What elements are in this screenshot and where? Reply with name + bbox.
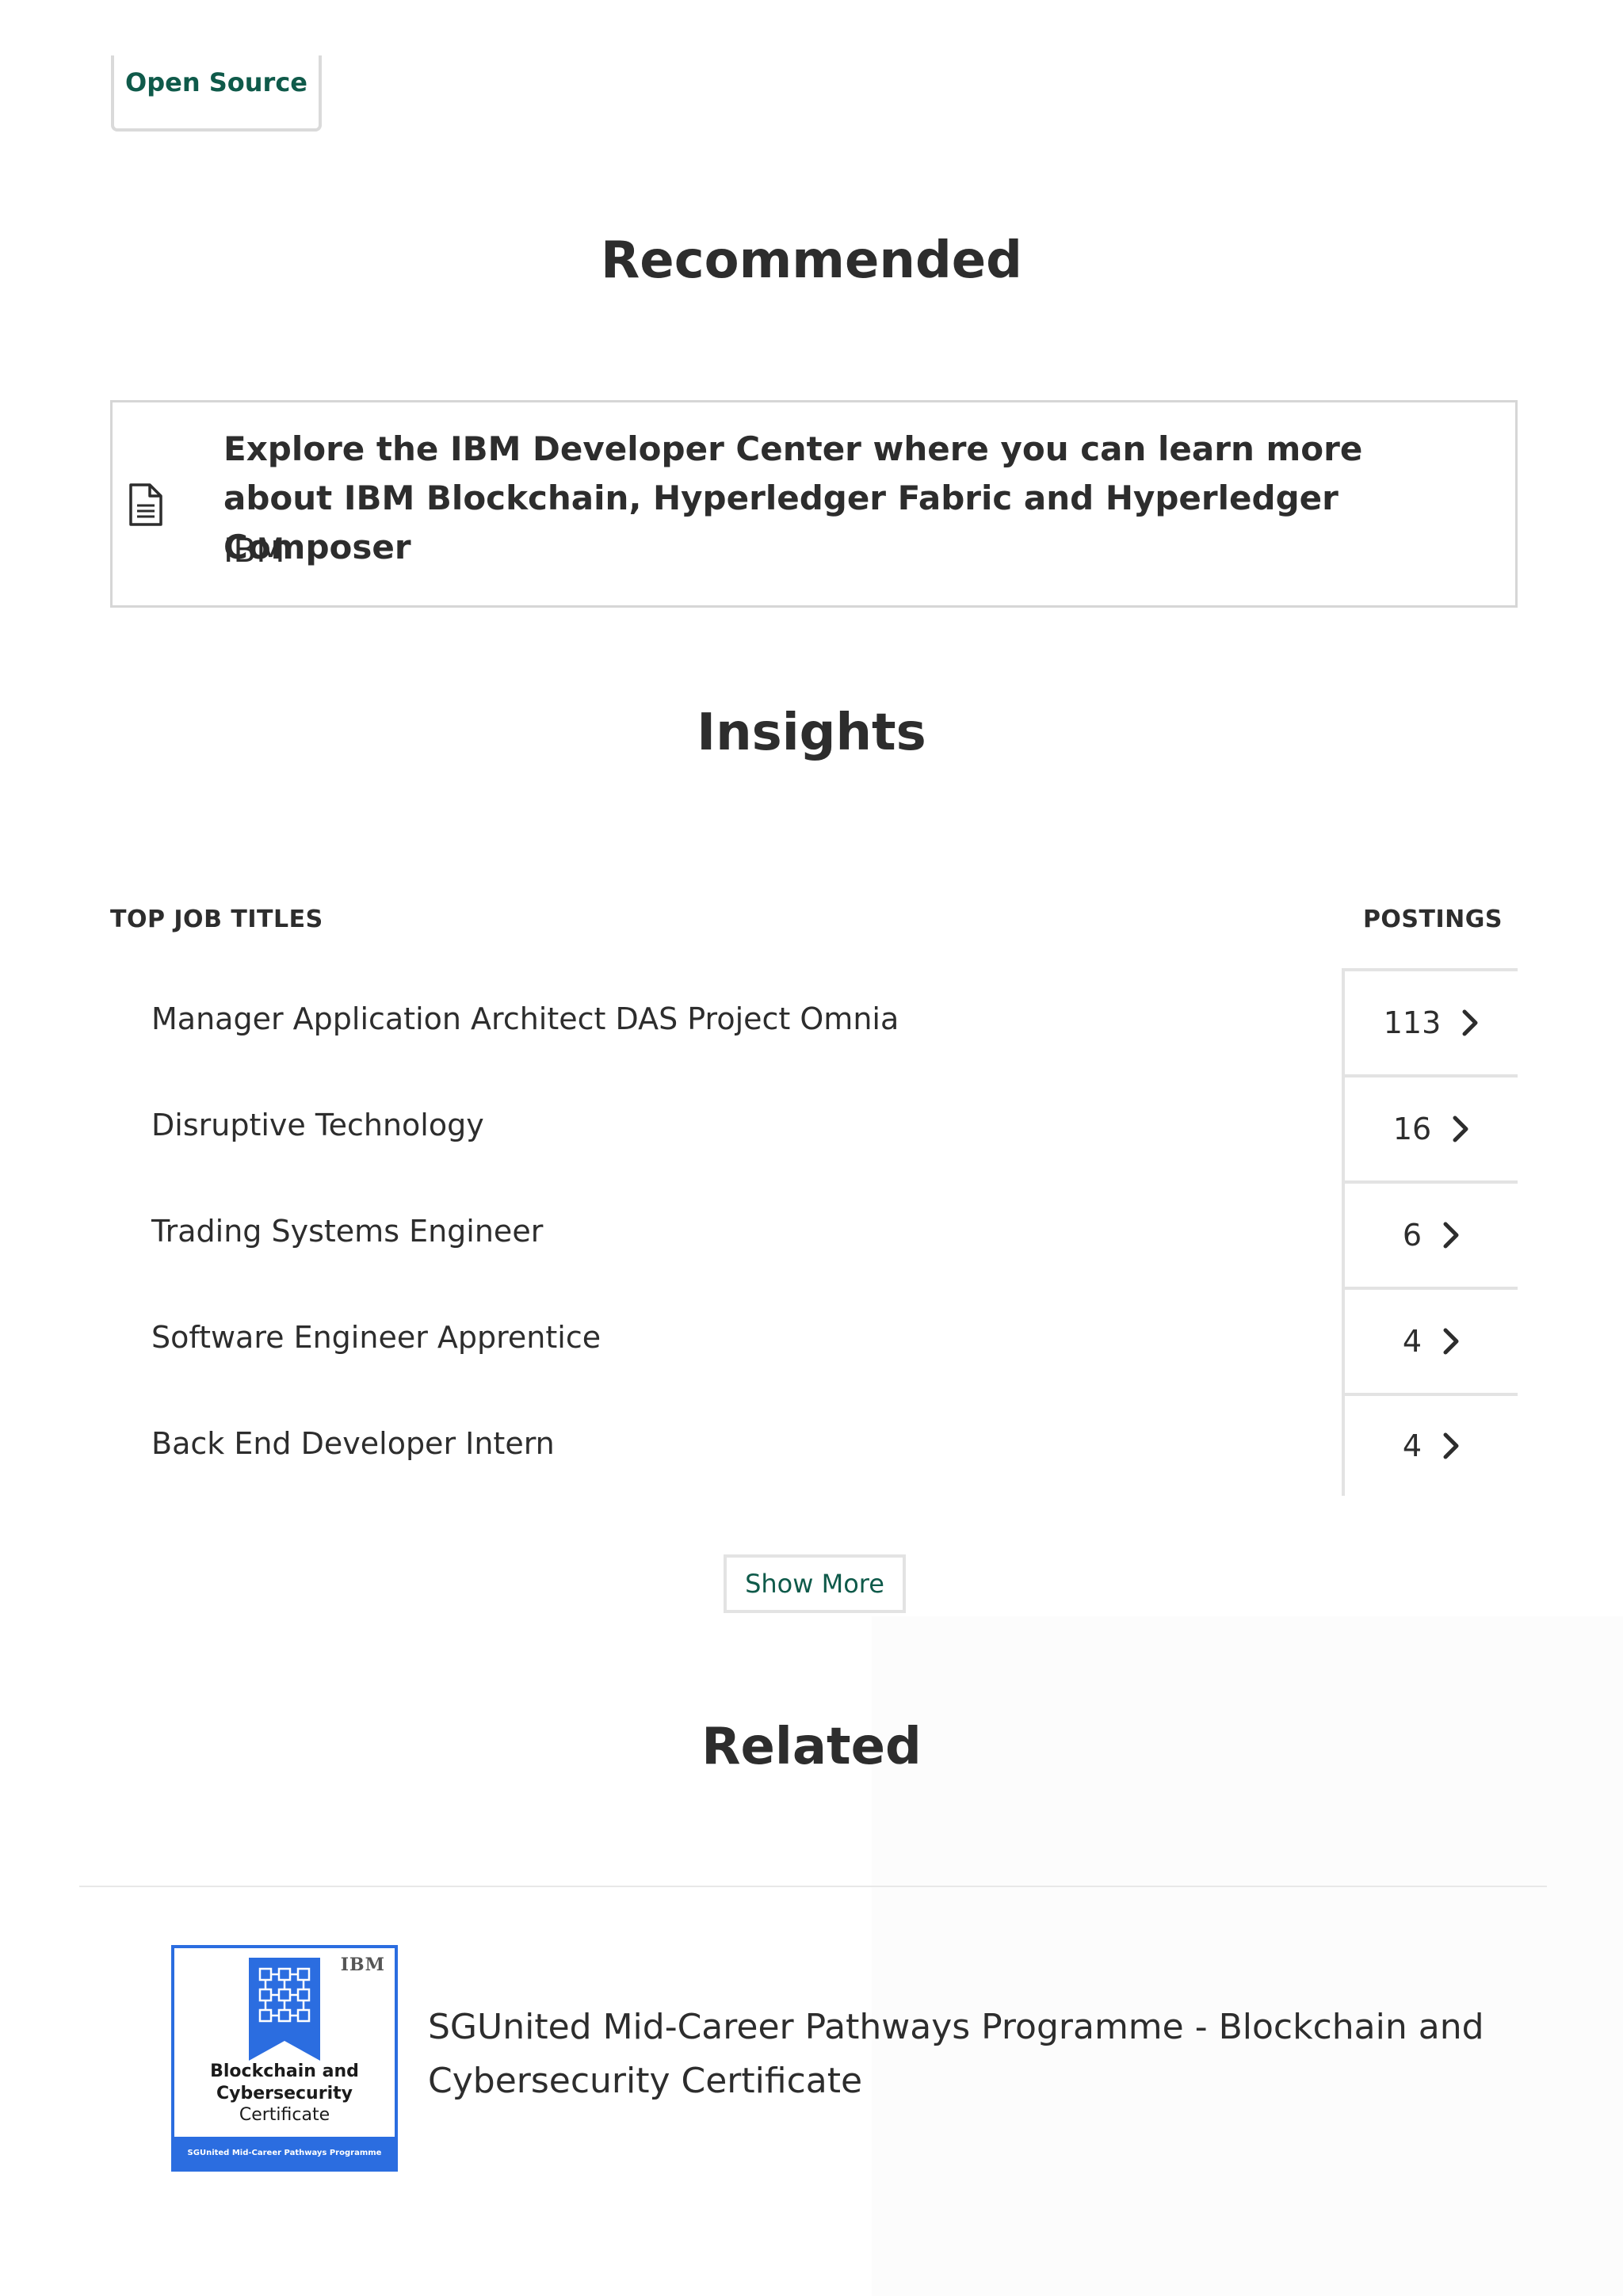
- recommended-source: IBM: [223, 531, 285, 570]
- job-title[interactable]: Disruptive Technology: [151, 1108, 484, 1142]
- show-more-button[interactable]: Show More: [724, 1554, 906, 1613]
- job-title[interactable]: Manager Application Architect DAS Projec…: [151, 1001, 899, 1036]
- related-item-title[interactable]: SGUnited Mid-Career Pathways Programme -…: [428, 2000, 1498, 2108]
- job-postings-link[interactable]: 4: [1342, 1287, 1518, 1393]
- certificate-badge-image[interactable]: IBM Blockchain and Cybersecurity Certifi…: [171, 1945, 398, 2172]
- badge-title-line1: Blockchain and: [210, 2061, 359, 2081]
- open-source-tag[interactable]: Open Source: [111, 55, 322, 132]
- ibm-logo: IBM: [340, 1955, 385, 1975]
- recommended-title[interactable]: Explore the IBM Developer Center where y…: [223, 425, 1460, 572]
- chevron-right-icon: [1443, 1328, 1459, 1355]
- job-title[interactable]: Trading Systems Engineer: [151, 1214, 543, 1249]
- chevron-right-icon: [1462, 1009, 1478, 1036]
- job-postings-link[interactable]: 6: [1342, 1180, 1518, 1287]
- recommended-card[interactable]: Explore the IBM Developer Center where y…: [110, 400, 1518, 608]
- badge-title: Blockchain and Cybersecurity: [174, 2061, 395, 2105]
- open-source-tag-label: Open Source: [125, 67, 307, 97]
- related-item[interactable]: IBM Blockchain and Cybersecurity Certifi…: [171, 1945, 1518, 2175]
- job-postings-link[interactable]: 113: [1342, 968, 1518, 1074]
- badge-title-line2: Cybersecurity: [216, 2084, 353, 2103]
- job-row: Software Engineer Apprentice 4: [110, 1287, 1518, 1393]
- job-titles-list: Manager Application Architect DAS Projec…: [110, 968, 1518, 1499]
- postings-header: POSTINGS: [1362, 906, 1503, 933]
- job-title[interactable]: Software Engineer Apprentice: [151, 1320, 601, 1355]
- job-title[interactable]: Back End Developer Intern: [151, 1426, 555, 1461]
- job-row: Trading Systems Engineer 6: [110, 1180, 1518, 1287]
- badge-footer: SGUnited Mid-Career Pathways Programme: [174, 2137, 395, 2168]
- job-postings-count: 6: [1402, 1218, 1423, 1253]
- job-row: Disruptive Technology 16: [110, 1074, 1518, 1180]
- chevron-right-icon: [1443, 1432, 1459, 1459]
- top-job-titles-header: TOP JOB TITLES: [110, 906, 323, 933]
- related-heading: Related: [701, 1718, 922, 1776]
- document-icon: [129, 483, 162, 526]
- job-row: Back End Developer Intern 4: [110, 1393, 1518, 1499]
- job-postings-count: 113: [1383, 1005, 1442, 1040]
- job-postings-count: 16: [1392, 1112, 1432, 1146]
- badge-subtitle: Certificate: [239, 2105, 330, 2125]
- job-postings-link[interactable]: 16: [1342, 1074, 1518, 1180]
- job-postings-count: 4: [1402, 1324, 1423, 1359]
- recommended-heading: Recommended: [601, 231, 1022, 290]
- job-postings-count: 4: [1402, 1428, 1423, 1463]
- insights-heading: Insights: [697, 704, 926, 762]
- related-divider: [79, 1886, 1547, 1887]
- blockchain-ribbon-icon: [249, 1958, 320, 2061]
- chevron-right-icon: [1443, 1222, 1459, 1249]
- chevron-right-icon: [1453, 1116, 1468, 1142]
- job-row: Manager Application Architect DAS Projec…: [110, 968, 1518, 1074]
- job-postings-link[interactable]: 4: [1342, 1393, 1518, 1496]
